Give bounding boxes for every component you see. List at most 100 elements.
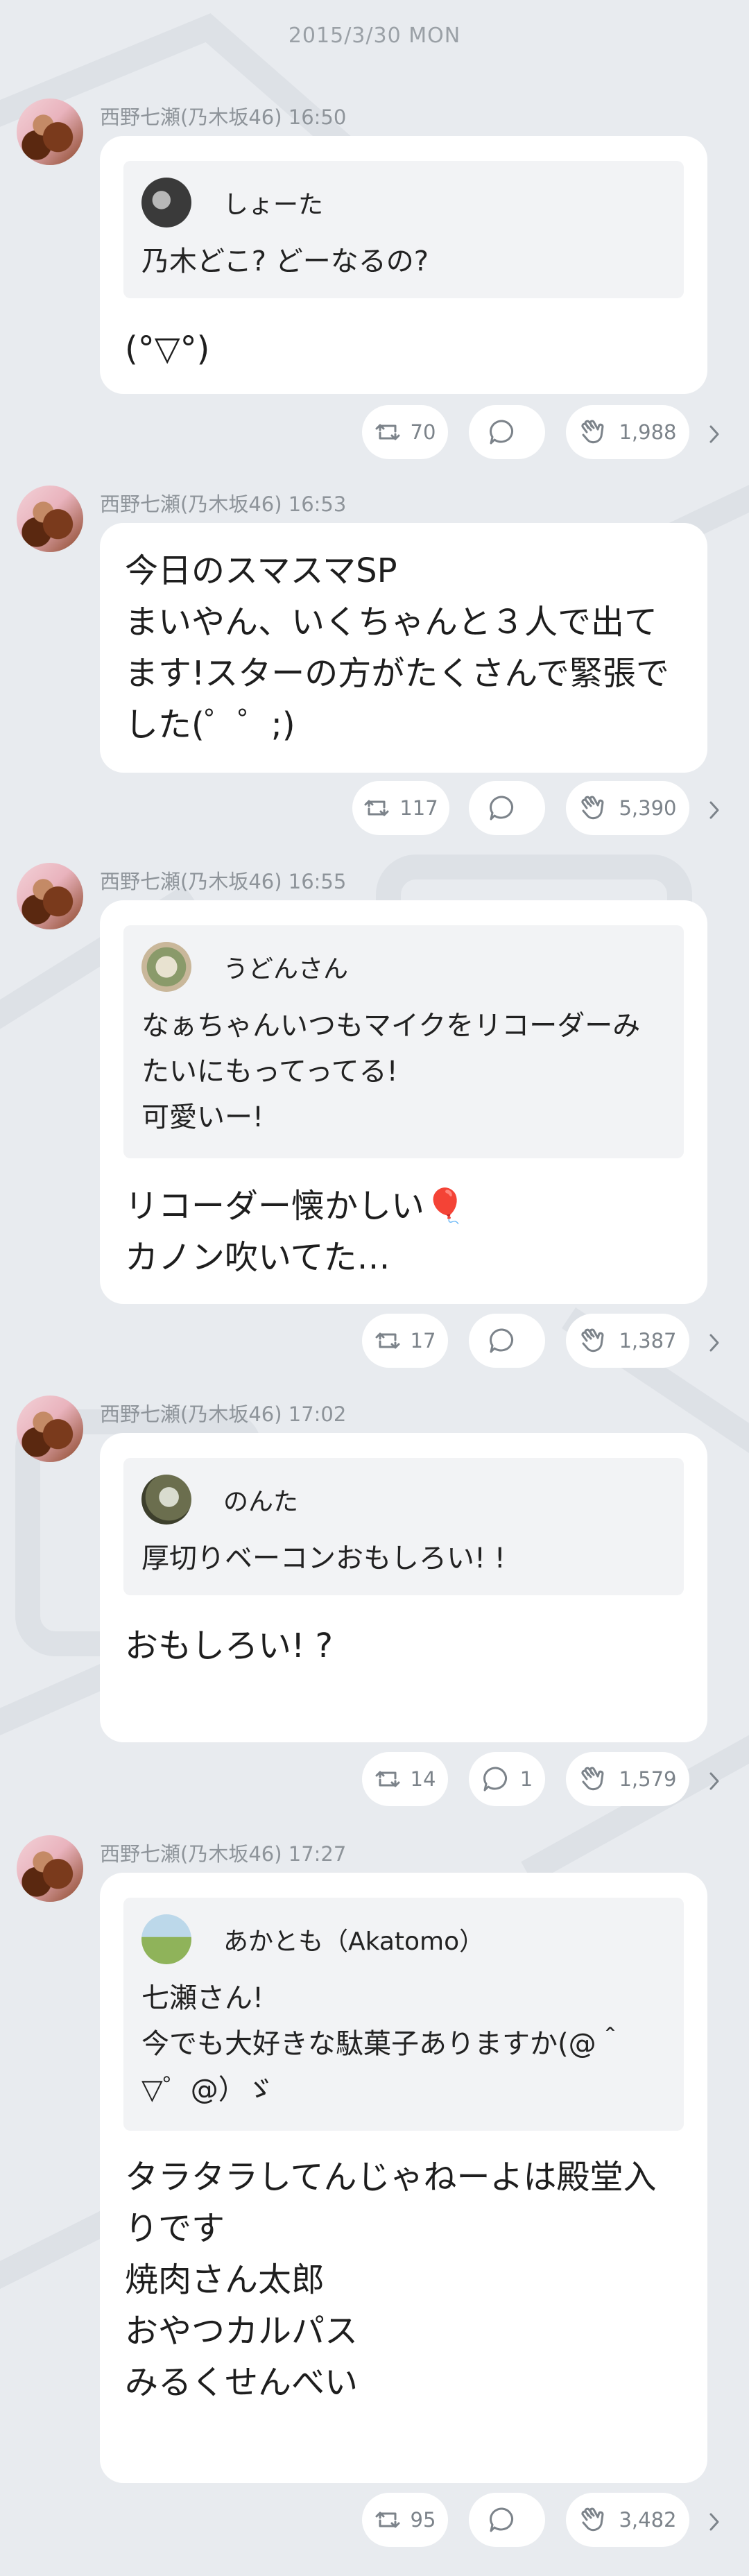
author-avatar[interactable]	[17, 486, 83, 552]
post-text: (°▽°)	[125, 329, 210, 368]
chevron-right-icon	[709, 801, 719, 819]
clap-count: 5,390	[619, 796, 677, 820]
post-text: タラタラしてんじゃねーよは殿堂入 りです 焼肉さん太郎 おやつカルパス みるくせ…	[125, 2158, 657, 2402]
post-meta: 西野七瀬(乃木坂46) 16:50	[100, 101, 346, 130]
retweet-icon	[375, 1332, 400, 1349]
retweet-icon	[364, 800, 389, 816]
quoted-text: 七瀬さん! 今でも大好きな駄菓子ありますか(@＾ ▽゜@）ゞ	[141, 1982, 624, 2106]
retweet-button[interactable]: 95	[362, 2493, 448, 2547]
quoted-message[interactable]: のんた 厚切りベーコンおもしろい! !	[123, 1458, 684, 1595]
clap-icon	[581, 2507, 604, 2532]
quoted-text: 厚切りベーコンおもしろい! !	[141, 1543, 506, 1574]
quoted-user-name: あかとも（Akatomo）	[223, 1927, 485, 1956]
post-time: 16:55	[288, 870, 347, 893]
quoted-user-avatar	[141, 1475, 191, 1525]
quoted-message[interactable]: うどんさん なぁちゃんいつもマイクをリコーダーみ たいにもってってる! 可愛いー…	[123, 925, 684, 1158]
more-button[interactable]	[705, 781, 724, 839]
post-time: 17:27	[288, 1842, 347, 1866]
post-bubble[interactable]: しょーた 乃木どこ? どーなるの? (°▽°)	[100, 136, 707, 394]
comment-icon	[490, 2507, 513, 2532]
clap-icon	[581, 420, 604, 444]
post-meta: 西野七瀬(乃木坂46) 16:55	[100, 866, 346, 895]
author-name: 西野七瀬(乃木坂46)	[100, 1842, 282, 1866]
clap-button[interactable]: 3,482	[566, 2493, 689, 2547]
comment-button[interactable]	[469, 781, 545, 835]
quoted-user-name: うどんさん	[223, 955, 349, 984]
more-button[interactable]	[705, 405, 724, 463]
post-time: 16:53	[288, 492, 347, 516]
retweet-count: 17	[410, 1329, 436, 1353]
retweet-button[interactable]: 17	[362, 1314, 448, 1368]
clap-button[interactable]: 1,579	[566, 1752, 689, 1806]
comment-count: 1	[519, 1767, 533, 1791]
clap-count: 1,579	[619, 1767, 677, 1791]
clap-button[interactable]: 1,988	[566, 405, 689, 459]
retweet-count: 70	[410, 420, 436, 444]
author-avatar[interactable]	[17, 863, 83, 929]
quoted-text: 乃木どこ? どーなるの?	[141, 246, 429, 277]
quoted-user-avatar	[141, 178, 191, 227]
chevron-right-icon	[709, 425, 719, 443]
retweet-icon	[375, 1771, 400, 1787]
action-bar: 117 5,390	[0, 781, 749, 839]
post-bubble[interactable]: のんた 厚切りベーコンおもしろい! ! おもしろい! ?	[100, 1433, 707, 1742]
more-button[interactable]	[705, 2493, 724, 2551]
comment-icon	[483, 1767, 507, 1792]
post-time: 17:02	[288, 1402, 347, 1426]
clap-icon	[581, 796, 604, 820]
author-avatar[interactable]	[17, 1835, 83, 1902]
retweet-count: 95	[410, 2508, 436, 2532]
quoted-message[interactable]: あかとも（Akatomo） 七瀬さん! 今でも大好きな駄菓子ありますか(@＾ ▽…	[123, 1898, 684, 2131]
post-meta: 西野七瀬(乃木坂46) 17:02	[100, 1398, 346, 1427]
retweet-icon	[375, 2511, 400, 2528]
action-bar: 14 1 1,579	[0, 1752, 749, 1810]
author-name: 西野七瀬(乃木坂46)	[100, 870, 282, 893]
comment-icon	[490, 420, 513, 445]
post-bubble[interactable]: うどんさん なぁちゃんいつもマイクをリコーダーみ たいにもってってる! 可愛いー…	[100, 900, 707, 1304]
chevron-right-icon	[709, 1334, 719, 1352]
author-name: 西野七瀬(乃木坂46)	[100, 1402, 282, 1426]
post-bubble[interactable]: あかとも（Akatomo） 七瀬さん! 今でも大好きな駄菓子ありますか(@＾ ▽…	[100, 1873, 707, 2483]
retweet-button[interactable]: 117	[352, 781, 449, 835]
quoted-user-name: のんた	[223, 1488, 299, 1516]
clap-button[interactable]: 1,387	[566, 1314, 689, 1368]
post-text: おもしろい! ?	[125, 1626, 333, 1665]
clap-count: 3,482	[619, 2508, 677, 2532]
comment-button[interactable]	[469, 1314, 545, 1368]
retweet-button[interactable]: 70	[362, 405, 448, 459]
quoted-message[interactable]: しょーた 乃木どこ? どーなるの?	[123, 161, 684, 298]
more-button[interactable]	[705, 1314, 724, 1372]
quoted-user-name: しょーた	[223, 191, 324, 219]
action-bar: 17 1,387	[0, 1314, 749, 1372]
quoted-user-avatar	[141, 1914, 191, 1964]
clap-button[interactable]: 5,390	[566, 781, 689, 835]
author-avatar[interactable]	[17, 98, 83, 165]
chevron-right-icon	[709, 1772, 719, 1790]
clap-count: 1,387	[619, 1329, 677, 1353]
action-bar: 70 1,988	[0, 405, 749, 463]
comment-icon	[490, 1328, 513, 1353]
quoted-text: なぁちゃんいつもマイクをリコーダーみ たいにもってってる! 可愛いー!	[141, 1010, 641, 1133]
clap-icon	[581, 1767, 604, 1791]
author-name: 西野七瀬(乃木坂46)	[100, 492, 282, 516]
post-bubble[interactable]: 今日のスマスマSP まいやん、いくちゃんと３人で出て ます!スターの方がたくさん…	[100, 523, 707, 773]
retweet-count: 117	[399, 796, 438, 820]
retweet-button[interactable]: 14	[362, 1752, 448, 1806]
retweet-icon	[375, 424, 400, 440]
post-meta: 西野七瀬(乃木坂46) 17:27	[100, 1838, 346, 1867]
date-header: 2015/3/30 MON	[288, 24, 461, 48]
more-button[interactable]	[705, 1752, 724, 1810]
comment-button[interactable]	[469, 405, 545, 459]
author-avatar[interactable]	[17, 1396, 83, 1462]
clap-icon	[581, 1328, 604, 1353]
action-bar: 95 3,482	[0, 2493, 749, 2551]
comment-button[interactable]: 1	[469, 1752, 545, 1806]
comment-icon	[490, 796, 513, 821]
post-text: リコーダー懐かしい🎈 カノン吹いてた…	[125, 1187, 466, 1277]
comment-button[interactable]	[469, 2493, 545, 2547]
clap-count: 1,988	[619, 420, 677, 444]
retweet-count: 14	[410, 1767, 436, 1791]
post-meta: 西野七瀬(乃木坂46) 16:53	[100, 488, 346, 517]
chevron-right-icon	[709, 2513, 719, 2531]
quoted-user-avatar	[141, 942, 191, 992]
